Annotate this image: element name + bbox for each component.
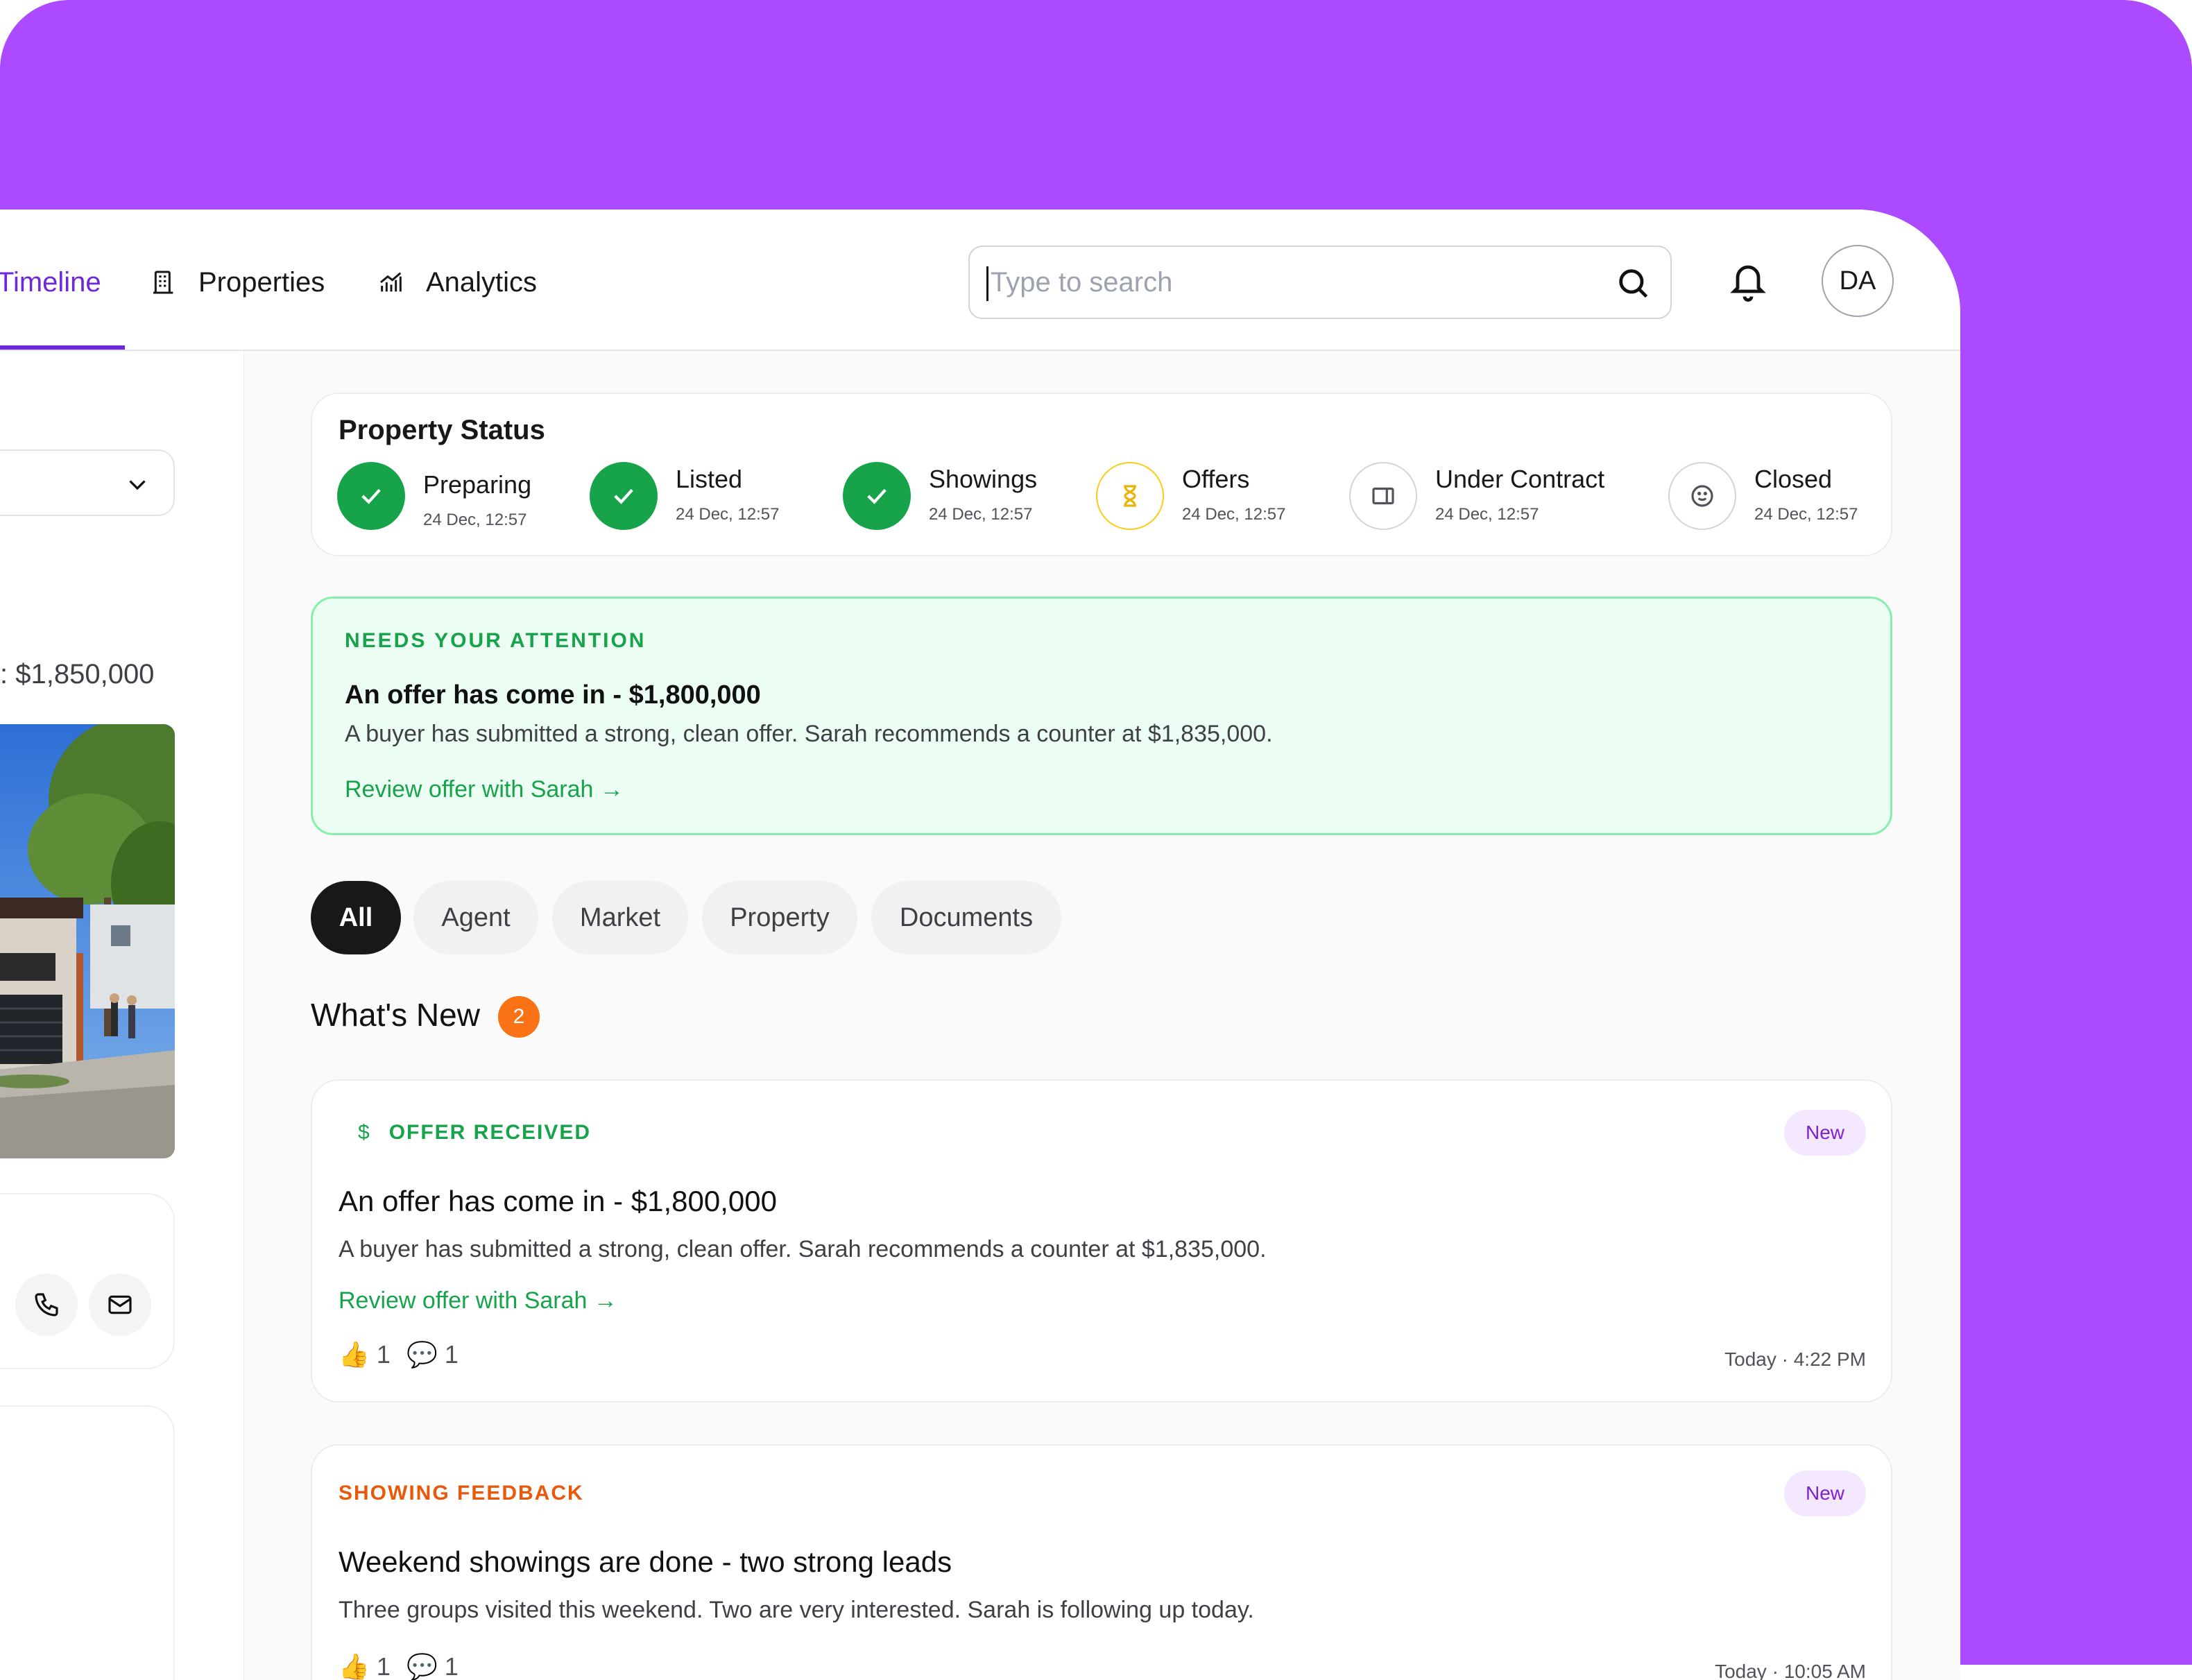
search-box: [968, 246, 1672, 319]
search-input[interactable]: [991, 247, 1601, 318]
step-date: 24 Dec, 12:57: [1182, 505, 1286, 524]
check-icon: [361, 488, 381, 504]
step-indicator: [590, 462, 658, 530]
listing-price: : $1,850,000: [0, 659, 155, 689]
comment-reaction[interactable]: 💬 1: [406, 1652, 459, 1680]
agent-contact-card: [0, 1193, 175, 1369]
new-badge: New: [1784, 1110, 1866, 1156]
text-caret: [986, 266, 988, 301]
feed-card: SHOWING FEEDBACK New Weekend showings ar…: [311, 1444, 1892, 1680]
dollar-icon: $: [358, 1121, 371, 1144]
new-badge: New: [1784, 1471, 1866, 1516]
nav-tab-timeline[interactable]: Timeline: [0, 258, 101, 307]
active-tab-indicator: [0, 345, 125, 350]
speech-bubble-icon: 💬: [406, 1652, 438, 1680]
feed-title: Weekend showings are done - two strong l…: [339, 1545, 952, 1578]
app-window: Timeline Properties Analytics Type to se…: [0, 209, 1960, 1680]
step-indicator: [1668, 462, 1736, 530]
feed-description: Three groups visited this weekend. Two a…: [339, 1597, 1254, 1623]
left-info-card: [0, 1405, 175, 1680]
check-icon: [867, 488, 887, 504]
step-date: 24 Dec, 12:57: [929, 505, 1033, 524]
filter-chip-all[interactable]: All: [311, 881, 401, 954]
review-offer-link[interactable]: Review offer with Sarah →: [345, 776, 624, 803]
comment-reaction[interactable]: 💬 1: [406, 1340, 459, 1369]
step-date: 24 Dec, 12:57: [423, 511, 527, 529]
call-button[interactable]: [15, 1274, 78, 1336]
thumbs-up-icon: 👍: [339, 1652, 370, 1680]
top-bar: Timeline Properties Analytics Type to se…: [0, 209, 1960, 351]
like-reaction[interactable]: 👍 1: [339, 1652, 391, 1680]
step-indicator: [1096, 462, 1164, 530]
feed-description: A buyer has submitted a strong, clean of…: [339, 1236, 1267, 1262]
search-icon[interactable]: [1615, 265, 1651, 301]
property-photo: [0, 724, 175, 1158]
step-name: Closed: [1754, 465, 1833, 493]
step-name: Preparing: [423, 470, 532, 499]
email-button[interactable]: [89, 1274, 151, 1336]
step-name: Listed: [676, 465, 743, 493]
filter-chip-agent[interactable]: Agent: [413, 881, 538, 954]
like-reaction[interactable]: 👍 1: [339, 1340, 391, 1369]
thumbs-up-icon: 👍: [339, 1340, 370, 1369]
status-title: Property Status: [339, 415, 545, 445]
building-icon: [153, 271, 173, 294]
filter-chip-documents[interactable]: Documents: [871, 881, 1061, 954]
property-status-card: Property Status Preparing 24 Dec, 12:57 …: [311, 393, 1892, 556]
phone-icon: [35, 1293, 58, 1317]
review-offer-link[interactable]: Review offer with Sarah →: [339, 1287, 617, 1314]
hourglass-icon: [1124, 485, 1136, 507]
contract-icon: [1372, 487, 1394, 505]
analytics-chart-icon: [380, 272, 402, 292]
left-panel: : $1,850,000: [0, 351, 244, 1680]
attention-description: A buyer has submitted a strong, clean of…: [345, 721, 1273, 747]
step-indicator: [337, 462, 405, 530]
step-date: 24 Dec, 12:57: [1435, 505, 1539, 524]
step-name: Under Contract: [1435, 465, 1605, 493]
step-name: Offers: [1182, 465, 1250, 493]
step-date: 24 Dec, 12:57: [676, 505, 780, 524]
smile-icon: [1691, 485, 1713, 507]
attention-kicker: NEEDS YOUR ATTENTION: [345, 629, 647, 652]
bell-icon[interactable]: [1727, 258, 1769, 304]
nav-tab-properties[interactable]: Properties: [150, 258, 325, 307]
feed-card: $ OFFER RECEIVED New An offer has come in…: [311, 1079, 1892, 1403]
feed-kicker: $ OFFER RECEIVED: [358, 1121, 592, 1144]
feed-timestamp: Today · 4:22 PM: [1724, 1348, 1866, 1370]
step-indicator: [843, 462, 911, 530]
avatar-initials: DA: [1839, 266, 1876, 295]
filter-chip-property[interactable]: Property: [702, 881, 857, 954]
feed-kicker: SHOWING FEEDBACK: [339, 1482, 584, 1505]
chevron-down-icon: [129, 480, 146, 490]
nav-tab-label: Analytics: [426, 266, 538, 298]
nav-tab-analytics[interactable]: Analytics: [377, 258, 537, 307]
feed-title: An offer has come in - $1,800,000: [339, 1185, 777, 1217]
whats-new-count-badge: 2: [498, 996, 540, 1038]
nav-tab-label: Properties: [198, 266, 325, 298]
feed-timestamp: Today · 10:05 AM: [1715, 1661, 1866, 1680]
whats-new-title: What's New: [311, 997, 480, 1033]
step-date: 24 Dec, 12:57: [1754, 505, 1858, 524]
nav-tab-label: Timeline: [0, 266, 101, 298]
attention-title: An offer has come in - $1,800,000: [345, 680, 761, 710]
property-select[interactable]: [0, 449, 175, 516]
property-photo-image: [0, 724, 175, 1158]
filter-chip-market[interactable]: Market: [552, 881, 688, 954]
main-content: Property Status Preparing 24 Dec, 12:57 …: [244, 351, 1960, 1680]
check-icon: [614, 488, 633, 504]
speech-bubble-icon: 💬: [406, 1340, 438, 1369]
step-name: Showings: [929, 465, 1038, 493]
step-indicator: [1349, 462, 1417, 530]
avatar[interactable]: DA: [1822, 245, 1894, 317]
mail-icon: [108, 1295, 132, 1314]
attention-banner: NEEDS YOUR ATTENTION An offer has come i…: [311, 597, 1892, 835]
